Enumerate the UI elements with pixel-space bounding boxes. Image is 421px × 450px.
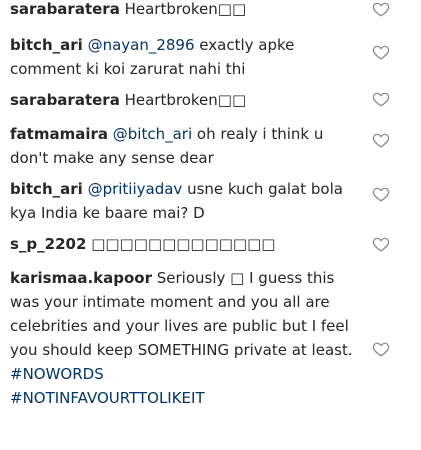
comment-username[interactable]: sarabaratera	[10, 0, 120, 18]
like-heart-icon[interactable]	[372, 235, 390, 253]
comment-username[interactable]: fatmamaira	[10, 125, 108, 143]
comment-hashtag[interactable]: #NOWORDS	[10, 362, 355, 386]
comment-text: Heartbroken□□	[124, 0, 247, 18]
comment-item: bitch_ari @nayan_2896 exactly apke comme…	[10, 33, 355, 81]
comment-username[interactable]: bitch_ari	[10, 180, 83, 198]
comment-mention[interactable]: @nayan_2896	[88, 36, 195, 54]
comment-item: sarabaratera Heartbroken□□	[10, 0, 355, 21]
like-heart-icon[interactable]	[372, 340, 390, 358]
comment-username[interactable]: karismaa.kapoor	[10, 269, 152, 287]
comment-item: s_p_2202 □□□□□□□□□□□□□	[10, 232, 355, 256]
comment-item: sarabaratera Heartbroken□□	[10, 88, 355, 112]
like-heart-icon[interactable]	[372, 90, 390, 108]
comment-username[interactable]: sarabaratera	[10, 91, 120, 109]
comment-item: karismaa.kapoor Seriously □ I guess this…	[10, 266, 355, 410]
comment-username[interactable]: bitch_ari	[10, 36, 83, 54]
comment-username[interactable]: s_p_2202	[10, 235, 86, 253]
like-heart-icon[interactable]	[372, 131, 390, 149]
comment-mention[interactable]: @pritiiyadav	[88, 180, 183, 198]
comment-text: Heartbroken□□	[124, 91, 247, 109]
comment-item: bitch_ari @pritiiyadav usne kuch galat b…	[10, 177, 355, 225]
comment-item: fatmamaira @bitch_ari oh realy i think u…	[10, 122, 355, 170]
like-heart-icon[interactable]	[372, 0, 390, 18]
comment-hashtag[interactable]: #NOTINFAVOURTTOLIKEIT	[10, 386, 355, 410]
like-heart-icon[interactable]	[372, 185, 390, 203]
like-heart-icon[interactable]	[372, 43, 390, 61]
comment-text: □□□□□□□□□□□□□	[91, 235, 276, 253]
comment-mention[interactable]: @bitch_ari	[113, 125, 192, 143]
